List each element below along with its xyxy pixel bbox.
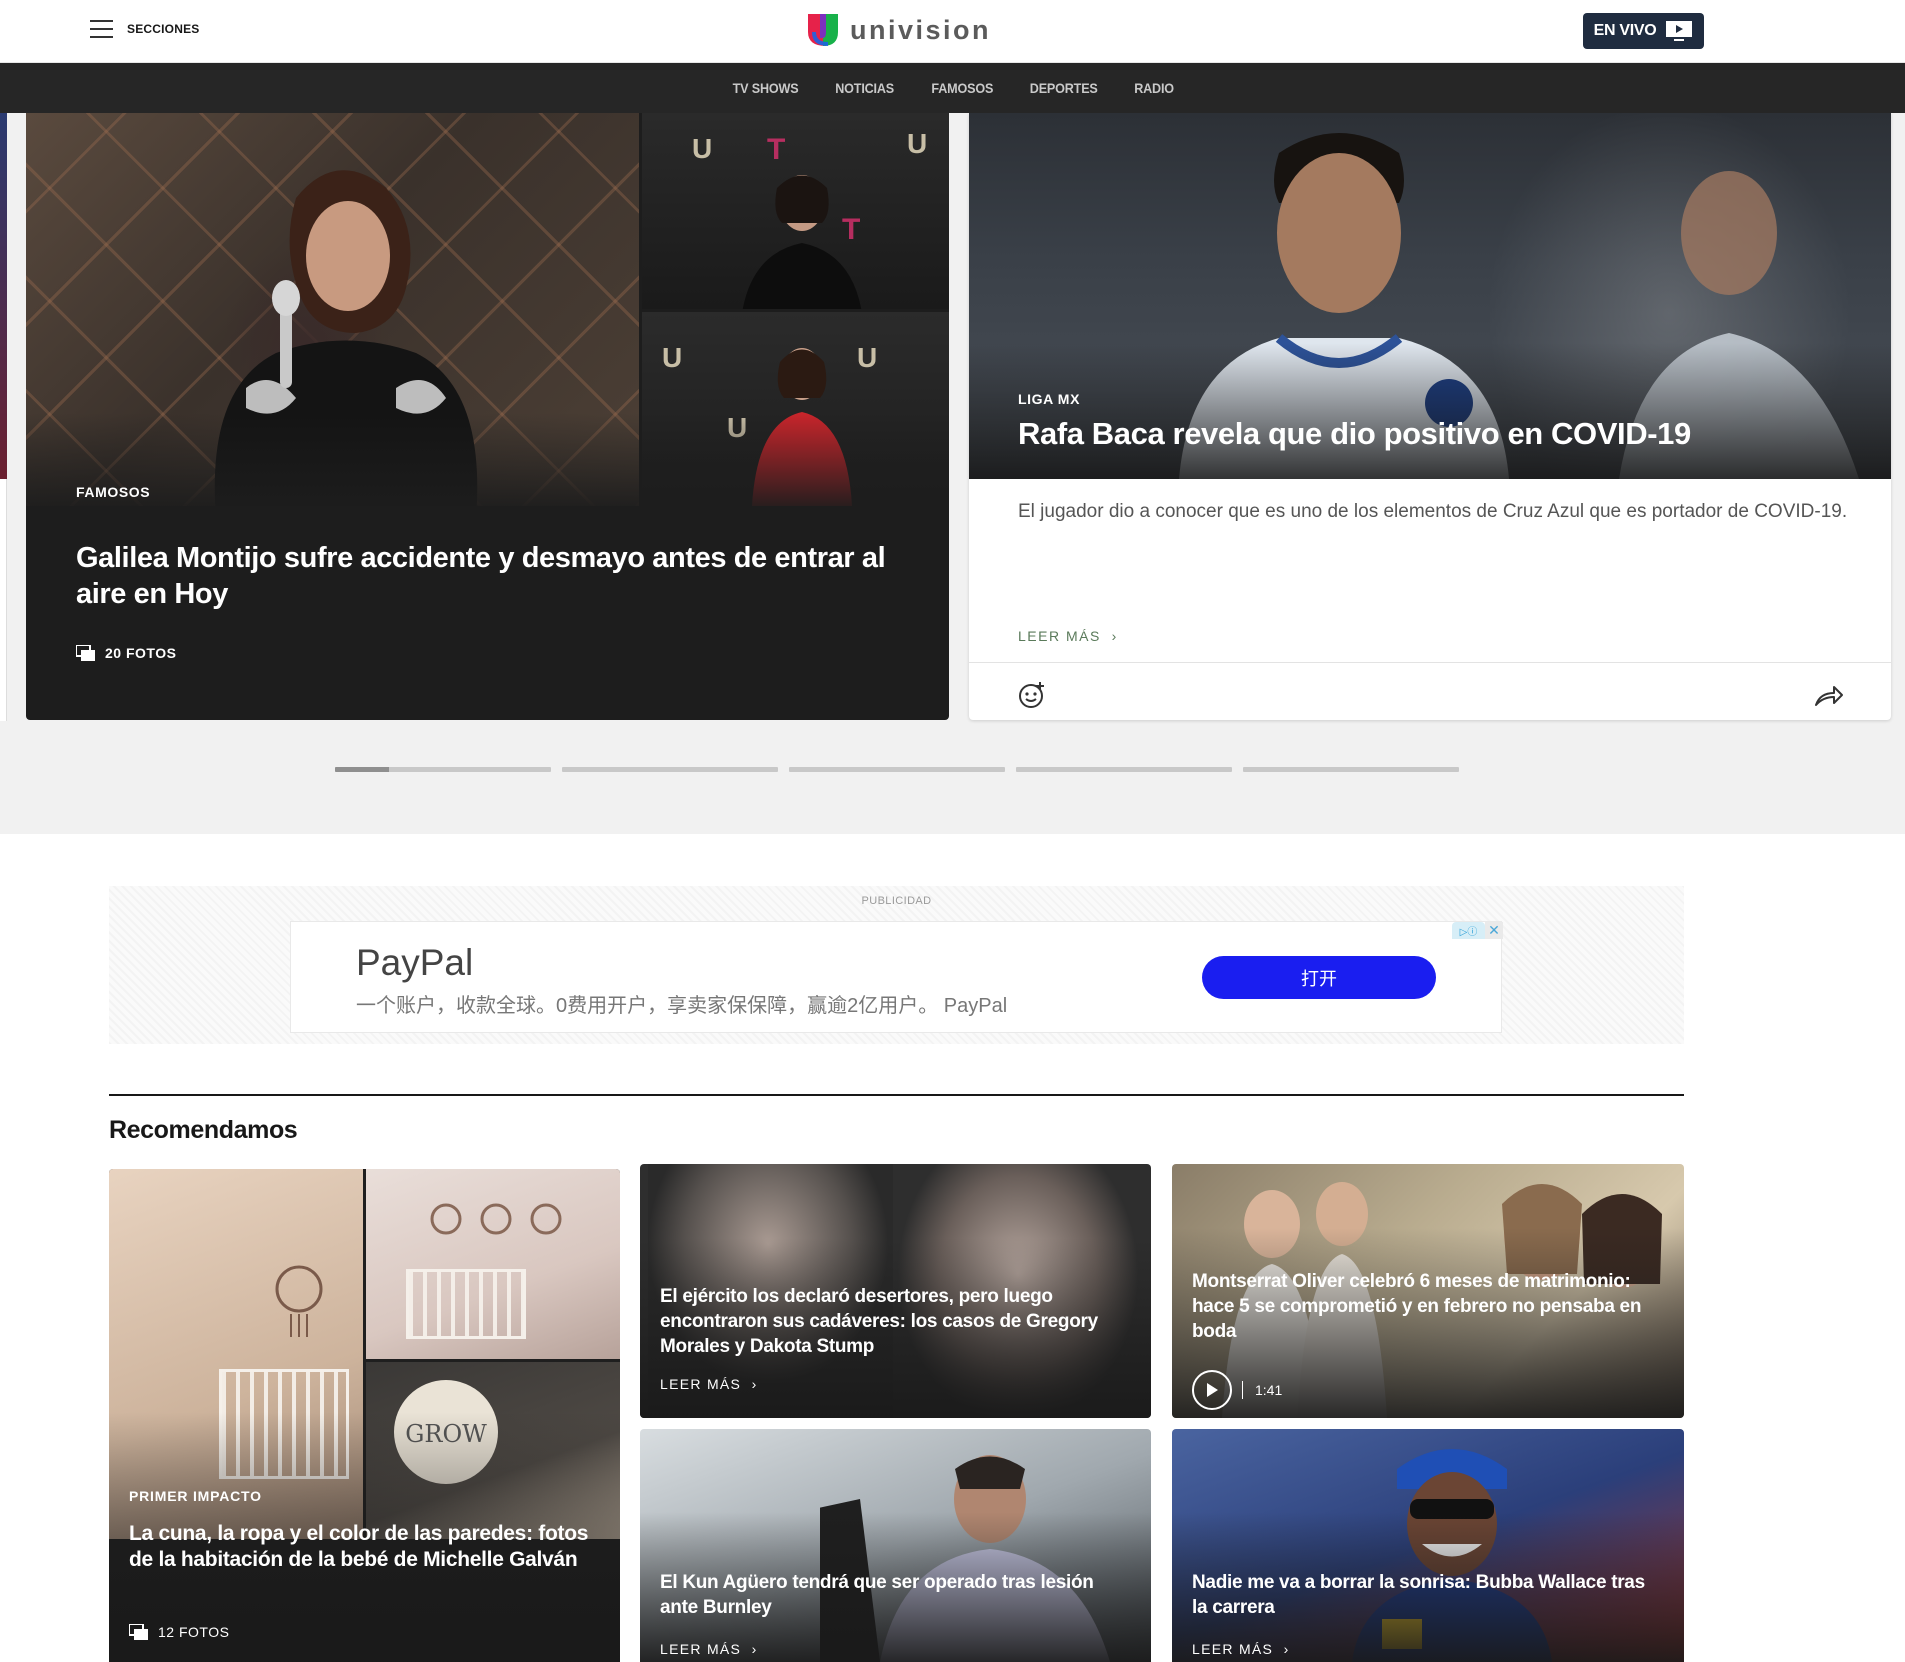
hamburger-icon [90,20,113,38]
tv-play-icon [1666,21,1693,41]
share-icon[interactable] [1814,683,1844,707]
photo-count: 20 FOTOS [76,645,176,661]
card-divider [969,662,1891,663]
slide-description: El jugador dio a conocer que es uno de l… [1018,501,1848,522]
read-more-label: LEER MÁS [1018,628,1101,644]
slide-kicker[interactable]: LIGA MX [1018,391,1080,407]
slide-shade [26,413,949,513]
carousel-slide-rafa-baca[interactable]: LIGA MX Rafa Baca revela que dio positiv… [969,113,1891,720]
carousel-slide-galilea[interactable]: U T U T U U U FAMOSOS Galilea Montijo su… [26,113,949,720]
slide-photo-top-right: U T U T [642,113,949,309]
card-title[interactable]: El Kun Agüero tendrá que ser operado tra… [660,1570,1120,1620]
play-button[interactable] [1192,1370,1232,1410]
univision-logo[interactable]: univision [806,12,991,48]
nav-item-famosos[interactable]: FAMOSOS [931,80,993,96]
carousel-pager-progress [335,767,389,772]
slide-title[interactable]: Galilea Montijo sufre accidente y desmay… [76,540,916,612]
slide-shade [969,343,1891,479]
card-photo [366,1169,620,1359]
photo-count-label: 12 FOTOS [158,1624,230,1640]
close-icon[interactable]: ✕ [1485,922,1503,939]
read-more-label: LEER MÁS [660,1641,742,1657]
top-header: SECCIONES univision EN VIVO [0,0,1905,63]
live-button[interactable]: EN VIVO [1583,13,1704,49]
nav-item-noticias[interactable]: NOTICIAS [836,80,895,96]
card-title[interactable]: Montserrat Oliver celebró 6 meses de mat… [1192,1269,1667,1344]
duration-separator [1242,1381,1243,1399]
carousel-pager-dot[interactable] [789,767,1005,772]
read-more-label: LEER MÁS [660,1376,742,1392]
read-more-link[interactable]: LEER MÁS › [660,1376,758,1392]
sections-menu-label: SECCIONES [127,22,200,36]
ad-container: PUBLICIDAD PayPal 一个账户，收款全球。0费用开户，享卖家保保障… [109,886,1684,1044]
carousel-pager-dot[interactable] [335,767,551,772]
featured-carousel: U T U T U U U FAMOSOS Galilea Montijo su… [0,113,1905,834]
ad-banner[interactable]: PayPal 一个账户，收款全球。0费用开户，享卖家保保障，赢逾2亿用户。 Pa… [290,921,1503,1033]
carousel-pager-dot[interactable] [1243,767,1459,772]
univision-wordmark: univision [850,14,992,45]
read-more-link[interactable]: LEER MÁS › [1018,628,1118,644]
main-nav: TV SHOWS NOTICIAS FAMOSOS DEPORTES RADIO [0,63,1905,113]
photo-count: 12 FOTOS [129,1624,229,1640]
ad-copy[interactable]: 一个账户，收款全球。0费用开户，享卖家保保障，赢逾2亿用户。 PayPal [356,989,1007,1018]
carousel-pager-dot[interactable] [562,767,778,772]
card-title[interactable]: El ejército los declaró desertores, pero… [660,1284,1120,1359]
nav-item-tv-shows[interactable]: TV SHOWS [733,80,799,96]
video-duration: 1:41 [1255,1382,1283,1398]
chevron-right-icon: › [746,1641,758,1657]
rec-card-aguero[interactable]: El Kun Agüero tendrá que ser operado tra… [640,1429,1151,1662]
rec-card-deserters[interactable]: El ejército los declaró desertores, pero… [640,1164,1151,1418]
rec-card-montserrat[interactable]: Montserrat Oliver celebró 6 meses de mat… [1172,1164,1684,1418]
section-rule [109,1094,1684,1096]
read-more-link[interactable]: LEER MÁS › [1192,1641,1290,1657]
previous-slide-card-peek[interactable] [0,479,7,721]
nav-item-radio[interactable]: RADIO [1134,80,1174,96]
gallery-icon [76,645,95,661]
gallery-icon [129,1624,148,1640]
ad-brand[interactable]: PayPal [356,942,473,984]
chevron-right-icon: › [746,1376,758,1392]
reaction-icon[interactable] [1018,681,1046,709]
ad-label: PUBLICIDAD [861,895,932,907]
play-icon [1207,1383,1218,1397]
photo-count-label: 20 FOTOS [105,645,177,661]
card-title[interactable]: La cuna, la ropa y el color de las pared… [129,1521,599,1573]
ad-cta-button[interactable]: 打开 [1202,956,1436,999]
carousel-pager-dot[interactable] [1016,767,1232,772]
univision-logo-mark-icon [808,14,838,46]
read-more-link[interactable]: LEER MÁS › [660,1641,758,1657]
rec-card-bubba-wallace[interactable]: Nadie me va a borrar la sonrisa: Bubba W… [1172,1429,1684,1662]
live-button-label: EN VIVO [1593,22,1657,39]
rec-card-nursery[interactable]: GROW PRIMER IMPACTO La cuna, la ropa y e… [109,1169,620,1662]
slide-title[interactable]: Rafa Baca revela que dio positivo en COV… [1018,416,1691,452]
slide-kicker[interactable]: FAMOSOS [76,484,150,500]
sections-menu-button[interactable]: SECCIONES [90,20,199,38]
previous-slide-peek[interactable] [0,113,7,479]
nav-item-deportes[interactable]: DEPORTES [1030,80,1098,96]
card-kicker[interactable]: PRIMER IMPACTO [129,1488,262,1504]
section-title: Recomendamos [109,1116,298,1144]
card-title[interactable]: Nadie me va a borrar la sonrisa: Bubba W… [1192,1570,1662,1620]
adchoices-icon[interactable]: ▷ⓘ [1452,922,1485,939]
ad-choices[interactable]: ▷ⓘ ✕ [1452,922,1503,939]
chevron-right-icon: › [1106,628,1118,644]
chevron-right-icon: › [1278,1641,1290,1657]
read-more-label: LEER MÁS [1192,1641,1274,1657]
carousel-pager [335,767,1459,772]
